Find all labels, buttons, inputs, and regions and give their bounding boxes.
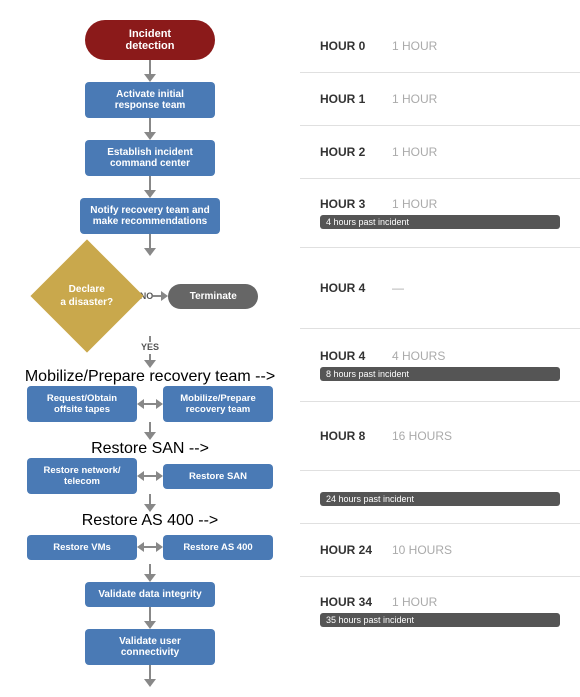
connector-v <box>149 176 151 190</box>
duration-6: 16 HOURS <box>392 429 452 443</box>
timeline-row-6: HOUR 8 16 HOURS <box>300 402 580 470</box>
arrow-down <box>144 621 156 629</box>
parallel-row-2: Restore network/ telecom Restore SAN <box>0 458 300 494</box>
incident-detection-node: Incident detection <box>85 20 215 60</box>
timeline-row-1: HOUR 1 1 HOUR <box>300 73 580 125</box>
restore-as400-node: Restore AS 400 <box>163 535 273 560</box>
arrow-down <box>144 574 156 582</box>
diagram-container: Incident detection Activate initial resp… <box>0 10 580 687</box>
timeline-row-2: HOUR 2 1 HOUR <box>300 126 580 178</box>
arrow-right <box>161 291 168 301</box>
badge-9: 35 hours past incident <box>320 613 560 627</box>
timeline-row-8: HOUR 24 10 HOURS <box>300 524 580 576</box>
arrow-down <box>144 504 156 512</box>
flow-section: Incident detection Activate initial resp… <box>0 10 300 687</box>
hour-label-1: HOUR 1 <box>320 92 380 106</box>
timeline-row-7: 24 hours past incident <box>300 471 580 523</box>
arrow-right <box>156 399 163 409</box>
connector-v <box>149 665 151 679</box>
arrow-down <box>144 679 156 687</box>
restore-vms-item: Restore VMs <box>27 535 137 560</box>
badge-7: 24 hours past incident <box>320 492 560 506</box>
hour-label-2: HOUR 2 <box>320 145 380 159</box>
duration-8: 10 HOURS <box>392 543 452 557</box>
arrow-down <box>144 132 156 140</box>
hour-label-5: HOUR 4 <box>320 349 380 363</box>
arrow-left <box>137 542 144 552</box>
connector-v <box>149 494 151 504</box>
connector-v <box>149 336 151 342</box>
parallel-row-3: Restore VMs Restore AS 400 <box>0 530 300 564</box>
arrow-right <box>156 542 163 552</box>
connector-v <box>149 564 151 574</box>
hour-label-3: HOUR 3 <box>320 197 380 211</box>
hour-label-8: HOUR 24 <box>320 543 380 557</box>
yes-label: YES <box>141 342 159 352</box>
duration-0: 1 HOUR <box>392 39 437 53</box>
hour-label-4: HOUR 4 <box>320 281 380 295</box>
validate-user-node: Validate user connectivity <box>85 629 215 665</box>
timeline-row-3: HOUR 3 1 HOUR 4 hours past incident <box>300 179 580 247</box>
arrow-down <box>144 248 156 256</box>
declare-disaster-node: Declarea disaster? <box>42 256 132 336</box>
restore-network-node: Restore network/ telecom <box>27 458 137 494</box>
arrow-down <box>144 190 156 198</box>
duration-1: 1 HOUR <box>392 92 437 106</box>
timeline-section: HOUR 0 1 HOUR HOUR 1 1 HOUR HOUR 2 1 HOU… <box>300 10 580 687</box>
parallel-row-1: Request/Obtain offsite tapes Mobilize/Pr… <box>0 386 300 422</box>
connector-h <box>144 403 156 405</box>
mobilize-team-node: Mobilize/Prepare recovery team <box>163 386 273 422</box>
mobilize-team-item: Mobilize/Prepare recovery team <box>163 386 273 422</box>
validate-data-node: Validate data integrity <box>85 582 215 607</box>
arrow-down <box>144 74 156 82</box>
page: Incident detection Activate initial resp… <box>0 0 580 697</box>
timeline-row-0: HOUR 0 1 HOUR <box>300 20 580 72</box>
restore-san-node: Restore SAN <box>163 464 273 489</box>
connector-v <box>149 422 151 432</box>
badge-3: 4 hours past incident <box>320 215 560 229</box>
connector-v <box>149 234 151 248</box>
restore-vms-node: Restore VMs <box>27 535 137 560</box>
connector-v <box>149 60 151 74</box>
terminate-node: Terminate <box>168 284 258 309</box>
connector-h <box>144 475 156 477</box>
duration-2: 1 HOUR <box>392 145 437 159</box>
arrow-down <box>144 360 156 368</box>
badge-5: 8 hours past incident <box>320 367 560 381</box>
diamond-label: Declarea disaster? <box>60 283 113 309</box>
timeline-row-9: HOUR 34 1 HOUR 35 hours past incident <box>300 577 580 645</box>
notify-recovery-node: Notify recovery team and make recommenda… <box>80 198 220 234</box>
arrow-left <box>137 471 144 481</box>
hour-label-0: HOUR 0 <box>320 39 380 53</box>
timeline-row-5: HOUR 4 4 HOURS 8 hours past incident <box>300 329 580 401</box>
establish-icc-node: Establish incident command center <box>85 140 215 176</box>
connector-h <box>144 546 156 548</box>
duration-3: 1 HOUR <box>392 197 437 211</box>
hour-label-6: HOUR 8 <box>320 429 380 443</box>
flow-wrapper: Incident detection Activate initial resp… <box>0 20 300 687</box>
connector-v <box>149 607 151 621</box>
timeline-row-4: HOUR 4 — <box>300 248 580 328</box>
restore-network-item: Restore network/ telecom <box>27 458 137 494</box>
restore-as400-item: Restore AS 400 <box>163 535 273 560</box>
arrow-right <box>156 471 163 481</box>
arrow-left <box>137 399 144 409</box>
request-tapes-node: Request/Obtain offsite tapes <box>27 386 137 422</box>
connector-h-no2 <box>153 295 161 297</box>
arrow-down <box>144 432 156 440</box>
request-tapes-item: Request/Obtain offsite tapes <box>27 386 137 422</box>
duration-4: — <box>392 281 404 295</box>
hour-label-9: HOUR 34 <box>320 595 380 609</box>
duration-5: 4 HOURS <box>392 349 445 363</box>
activate-team-node: Activate initial response team <box>85 82 215 118</box>
connector-v <box>149 118 151 132</box>
restore-san-item: Restore SAN <box>163 464 273 489</box>
duration-9: 1 HOUR <box>392 595 437 609</box>
